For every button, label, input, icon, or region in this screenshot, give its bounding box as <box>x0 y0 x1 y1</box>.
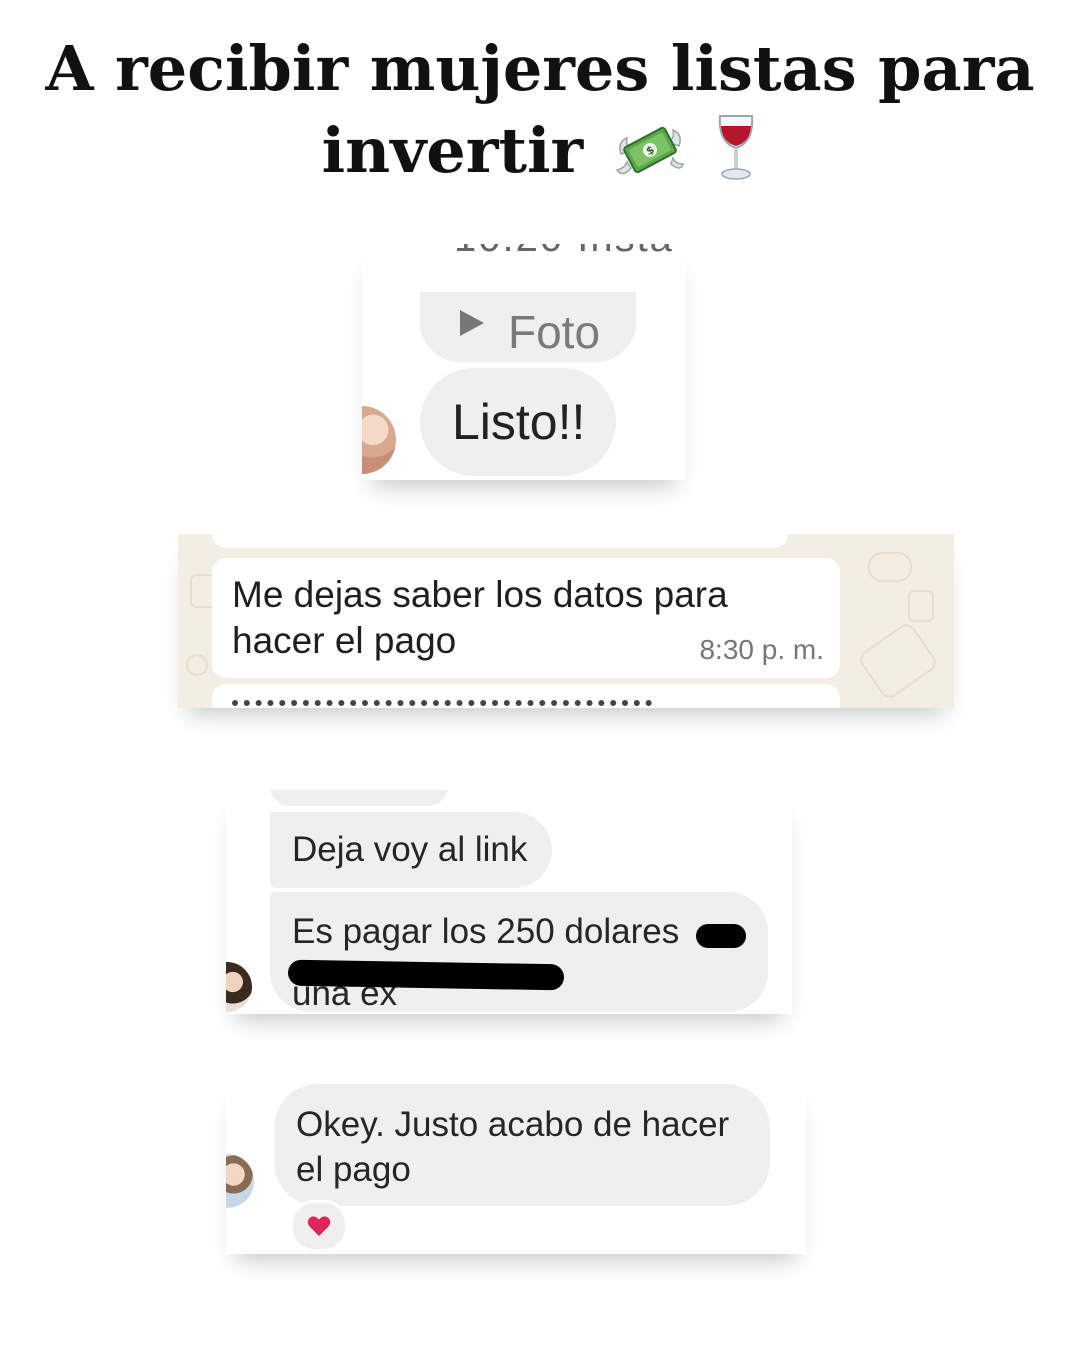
message-text: Okey. Justo acabo de hacer el pago <box>296 1105 730 1189</box>
photo-label: Foto <box>508 306 601 358</box>
avatar[interactable] <box>226 1154 254 1208</box>
money-with-wings-icon: $ <box>615 118 685 178</box>
wallpaper-doodle <box>868 552 912 582</box>
cut-off-text <box>232 700 652 708</box>
chat-screenshot-3: Deja voy al link Es pagar los 250 dolare… <box>226 790 792 1014</box>
wallpaper-doodle <box>908 590 934 622</box>
title-line-2-text: invertir <box>321 114 584 187</box>
play-icon <box>460 310 484 336</box>
chat-screenshot-2: Me dejas saber los datos para hacer el p… <box>178 534 954 708</box>
wine-glass-icon <box>714 112 758 182</box>
photo-message-bubble[interactable]: Foto <box>420 292 636 362</box>
message-time: 8:30 p. m. <box>699 634 824 665</box>
message-text: Es pagar los 250 dolares <box>292 912 680 951</box>
title-line-2: invertir $ <box>0 110 1080 192</box>
redaction-mark <box>287 959 565 991</box>
reaction-badge[interactable] <box>290 1200 348 1252</box>
message-bubble-cut <box>270 790 448 806</box>
heart-icon <box>307 1215 331 1237</box>
wallpaper-doodle <box>856 620 940 702</box>
avatar[interactable] <box>226 962 252 1012</box>
avatar[interactable] <box>362 406 396 474</box>
message-bubble[interactable]: Es pagar los 250 dolares una ex <box>270 892 768 1013</box>
message-bubble[interactable]: Deja voy al link <box>270 812 552 888</box>
wallpaper-doodle <box>186 654 208 676</box>
message-bubble[interactable]: Me dejas saber los datos para hacer el p… <box>212 558 840 678</box>
cut-off-header-text: 10:20 Insta <box>454 244 674 261</box>
message-bubble[interactable]: Listo!! <box>420 368 616 476</box>
chat-screenshot-1: 10:20 Insta Foto Listo!! <box>362 244 686 480</box>
message-text: Listo!! <box>452 394 586 450</box>
chat-screenshot-4: Okey. Justo acabo de hacer el pago <box>226 1082 806 1254</box>
redaction-mark <box>696 924 746 948</box>
message-bubble[interactable]: Okey. Justo acabo de hacer el pago <box>274 1084 770 1206</box>
page-title: A recibir mujeres listas para invertir $ <box>0 28 1080 192</box>
title-line-1: A recibir mujeres listas para <box>45 32 1035 105</box>
message-bubble-cut <box>212 534 788 548</box>
message-text: Deja voy al link <box>292 830 528 869</box>
message-bubble-cut <box>212 684 840 708</box>
